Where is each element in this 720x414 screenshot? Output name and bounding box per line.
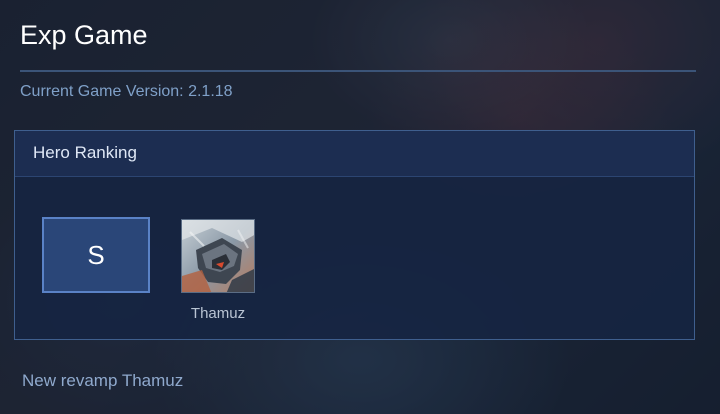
thamuz-portrait-icon xyxy=(182,220,254,292)
hero-ranking-panel: Hero Ranking S Thamuz xyxy=(14,130,695,340)
page-title: Exp Game xyxy=(20,20,148,50)
hero-ranking-header: Hero Ranking xyxy=(15,131,694,177)
patch-note-text: New revamp Thamuz xyxy=(22,371,184,390)
hero-portrait-thamuz[interactable] xyxy=(181,219,255,293)
title-divider xyxy=(20,70,696,72)
hero-name-thamuz: Thamuz xyxy=(190,305,246,322)
tier-badge-s: S xyxy=(42,217,150,293)
game-version-label: Current Game Version: 2.1.18 xyxy=(20,83,233,100)
